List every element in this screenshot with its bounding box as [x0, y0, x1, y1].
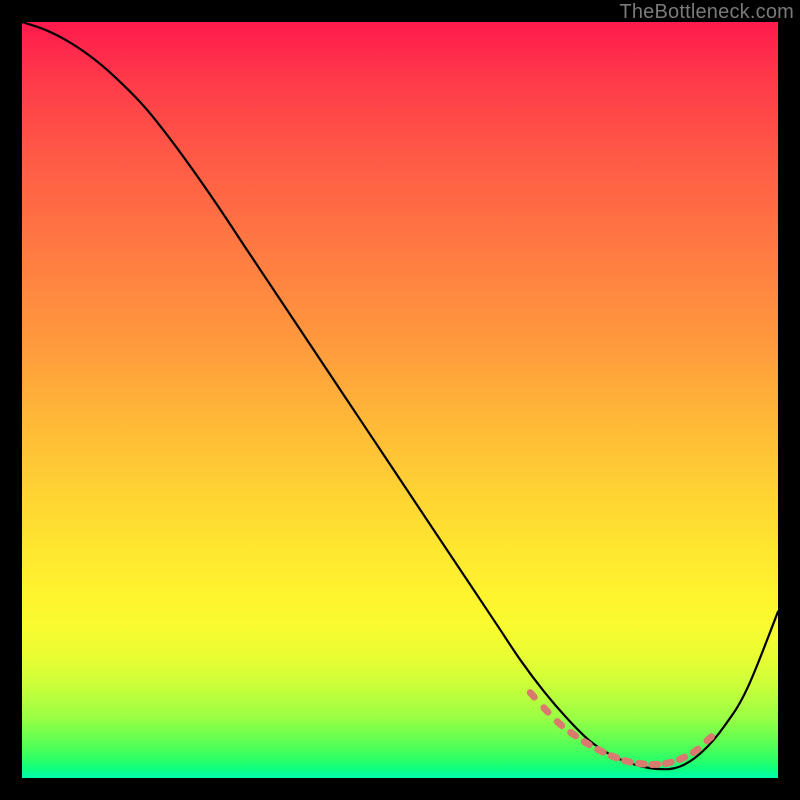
watermark-text: TheBottleneck.com — [619, 1, 794, 24]
bead — [593, 745, 608, 757]
bottleneck-curve — [22, 22, 778, 769]
bead — [552, 717, 566, 731]
bead — [688, 744, 703, 757]
valley-beads — [525, 688, 716, 768]
bead — [539, 703, 553, 717]
curve-layer — [22, 22, 778, 778]
bead — [648, 761, 661, 768]
bead — [620, 756, 634, 766]
chart-frame: TheBottleneck.com — [0, 0, 800, 800]
bead — [634, 759, 648, 767]
bead — [525, 688, 539, 702]
bead — [661, 758, 675, 768]
